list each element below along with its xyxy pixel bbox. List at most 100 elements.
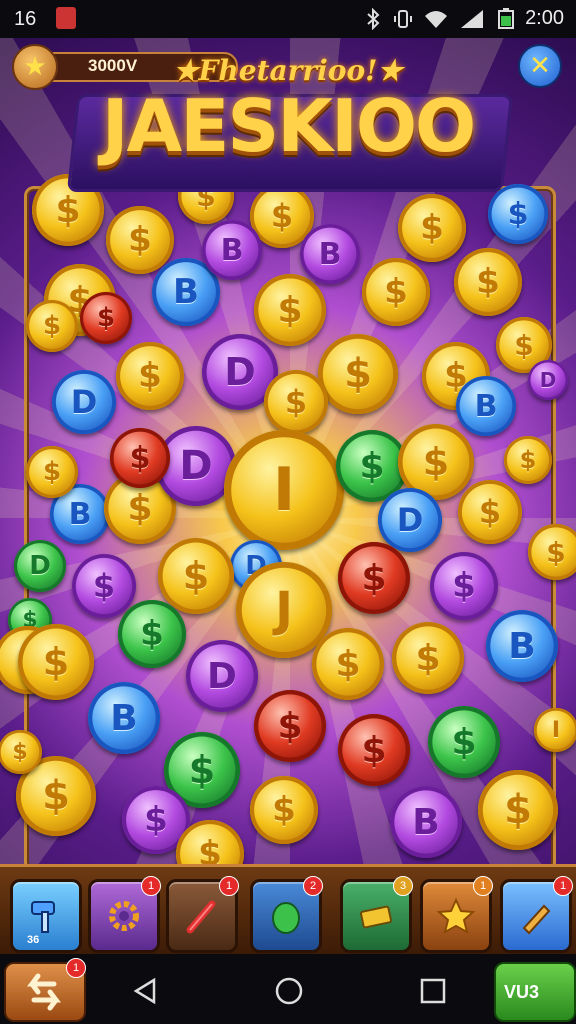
booster-toolbar: 36 1 1 2 3 1 1 — [0, 864, 576, 957]
star-tool[interactable]: 1 — [420, 876, 493, 953]
gold-coin[interactable]: I — [224, 430, 344, 550]
blue-coin[interactable]: D — [378, 488, 442, 552]
coin-symbol: B — [68, 496, 92, 532]
coin-symbol: $ — [504, 787, 532, 833]
star-icon: ★ — [377, 54, 403, 87]
gold-coin[interactable]: $ — [26, 300, 78, 352]
coin-symbol: $ — [284, 383, 308, 421]
gold-coin[interactable]: $ — [392, 622, 464, 694]
game-screen: $ $ $ $ $ $ $ $ B B $ B $ $ $ $ D $ D $ $ B $ D $ B $ D I $ $ $ D $ D $ $ D $ $… — [0, 38, 576, 954]
gold-coin[interactable]: $ — [26, 446, 78, 498]
tool-badge: 2 — [303, 876, 323, 896]
game-subtitle-text: Fhetarrioo! — [198, 54, 378, 87]
hammer-tool[interactable]: 36 — [10, 879, 82, 953]
red-coin[interactable]: $ — [338, 714, 410, 786]
gold-coin[interactable]: $ — [18, 624, 94, 700]
gold-coin[interactable]: $ — [398, 194, 466, 262]
coin-symbol: $ — [270, 197, 294, 235]
coin-symbol: B — [412, 801, 440, 843]
status-bar: 16 2:00 — [0, 0, 576, 38]
green-coin[interactable]: $ — [428, 706, 500, 778]
gold-coin[interactable]: $ — [312, 628, 384, 700]
coin-symbol: $ — [452, 566, 476, 606]
gold-coin[interactable]: $ — [504, 436, 552, 484]
coin-symbol: D — [70, 383, 98, 421]
purple-coin[interactable]: $ — [72, 554, 136, 618]
coin-symbol: $ — [140, 614, 164, 654]
rocket-tool[interactable]: 1 — [166, 876, 239, 953]
red-coin[interactable]: $ — [110, 428, 170, 488]
gear-tool[interactable]: 1 — [88, 876, 161, 953]
purple-coin[interactable]: B — [300, 224, 360, 284]
coin-symbol: $ — [129, 440, 151, 476]
coin-symbol: D — [224, 350, 256, 394]
blue-coin[interactable]: B — [486, 610, 558, 682]
gold-coin[interactable]: $ — [362, 258, 430, 326]
gold-coin[interactable]: $ — [458, 480, 522, 544]
tool-badge: 1 — [473, 876, 493, 896]
game-title: JAESKIOO — [101, 84, 477, 168]
coin-symbol: $ — [359, 445, 385, 487]
red-coin[interactable]: $ — [338, 542, 410, 614]
coin-symbol: D — [179, 443, 213, 489]
green-coin[interactable]: $ — [118, 600, 186, 668]
pencil-tool[interactable]: 1 — [500, 876, 573, 953]
gold-coin[interactable]: $ — [318, 334, 398, 414]
hammer-icon — [31, 901, 55, 933]
coin-symbol: $ — [420, 208, 444, 248]
coin-symbol: $ — [514, 328, 534, 362]
coin-symbol: B — [220, 232, 244, 268]
purple-coin[interactable]: $ — [430, 552, 498, 620]
coin-symbol: $ — [344, 351, 372, 397]
red-coin[interactable]: $ — [80, 292, 132, 344]
coin-symbol: $ — [384, 272, 408, 312]
back-icon[interactable] — [130, 976, 160, 1006]
gold-coin[interactable]: $ — [106, 206, 174, 274]
blue-coin[interactable]: $ — [488, 184, 548, 244]
red-coin[interactable]: $ — [254, 690, 326, 762]
coin-symbol: $ — [128, 220, 152, 260]
blue-coin[interactable]: B — [456, 376, 516, 436]
coin-symbol: $ — [42, 311, 62, 341]
next-game-button[interactable]: VU3 — [494, 962, 576, 1022]
star-icon: ★ — [12, 44, 58, 90]
gold-coin[interactable]: $ — [454, 248, 522, 316]
next-button-label: VU3 — [504, 982, 540, 1002]
gold-coin[interactable]: $ — [116, 342, 184, 410]
purple-coin[interactable]: B — [390, 786, 462, 858]
blue-coin[interactable]: B — [88, 682, 160, 754]
coin-symbol: $ — [361, 729, 387, 771]
coin-symbol: $ — [507, 196, 529, 232]
close-button[interactable]: ✕ — [518, 44, 562, 88]
leaf-tool[interactable]: 2 — [250, 876, 323, 953]
gold-coin[interactable]: $ — [478, 770, 558, 850]
gold-coin[interactable]: I — [534, 708, 576, 752]
back-game-button[interactable]: 1 — [4, 958, 86, 1022]
coin-symbol: $ — [415, 637, 441, 679]
recents-icon[interactable] — [418, 976, 448, 1006]
coin-symbol: $ — [272, 790, 296, 830]
coin-counter-value: 3000V — [88, 56, 138, 75]
gold-coin[interactable]: $ — [528, 524, 576, 580]
purple-coin[interactable]: D — [528, 360, 568, 400]
status-time-right: 2:00 — [525, 7, 564, 29]
star-icon: ★ — [173, 54, 199, 87]
cash-tool[interactable]: 3 — [340, 876, 413, 953]
purple-coin[interactable]: D — [186, 640, 258, 712]
coin-symbol: $ — [144, 800, 168, 840]
home-icon[interactable] — [274, 976, 304, 1006]
coin-symbol: I — [551, 717, 561, 743]
gold-coin[interactable]: $ — [250, 776, 318, 844]
gold-coin[interactable]: $ — [264, 370, 328, 434]
coin-symbol: B — [318, 236, 342, 272]
coin-symbol: $ — [546, 535, 566, 569]
gold-coin[interactable]: $ — [158, 538, 234, 614]
gold-coin[interactable]: $ — [0, 730, 42, 774]
blue-coin[interactable]: D — [52, 370, 116, 434]
navigation-bar: 1 VU3 — [0, 954, 576, 1024]
gold-coin[interactable]: $ — [254, 274, 326, 346]
coin-symbol: $ — [55, 189, 81, 231]
green-coin[interactable]: D — [14, 540, 66, 592]
coin-symbol: $ — [42, 773, 70, 819]
purple-coin[interactable]: B — [202, 220, 262, 280]
